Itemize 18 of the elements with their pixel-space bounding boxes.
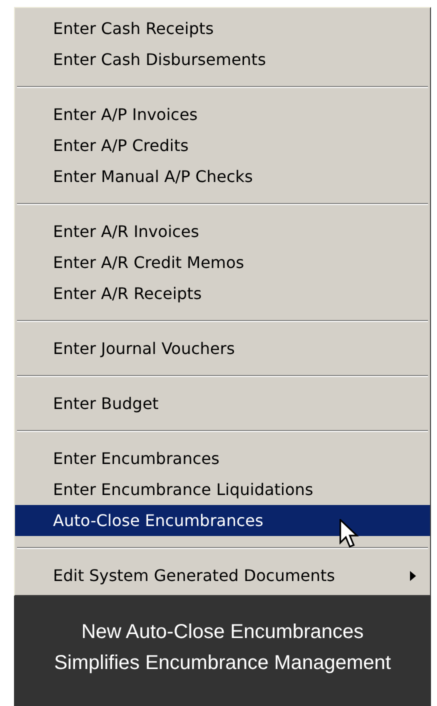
menu-item[interactable]: Auto-Close Encumbrances bbox=[15, 505, 430, 536]
menu-item[interactable]: Enter A/P Credits bbox=[15, 130, 430, 161]
menu-item[interactable]: Enter Journal Vouchers bbox=[15, 333, 430, 364]
menu-item[interactable]: Edit System Generated Documents bbox=[15, 560, 430, 591]
menu-item[interactable]: Enter A/R Receipts bbox=[15, 278, 430, 309]
caption-text: Simplifies Encumbrance Management bbox=[54, 651, 391, 676]
menu-item[interactable]: Enter Encumbrance Liquidations bbox=[15, 474, 430, 505]
menu-item[interactable]: Enter A/P Invoices bbox=[15, 99, 430, 130]
menu-item[interactable]: Enter Encumbrances bbox=[15, 443, 430, 474]
menu-item[interactable]: Enter Cash Receipts bbox=[15, 13, 430, 44]
menu-item[interactable]: Enter Manual A/P Checks bbox=[15, 161, 430, 192]
pointer-cursor-icon bbox=[338, 519, 360, 549]
menu-item[interactable]: Enter A/R Credit Memos bbox=[15, 247, 430, 278]
menu-item[interactable]: Enter Cash Disbursements bbox=[15, 44, 430, 75]
menu-item[interactable]: Enter A/R Invoices bbox=[15, 216, 430, 247]
caption-text: New Auto-Close Encumbrances bbox=[81, 620, 364, 645]
submenu-arrow-icon bbox=[410, 570, 416, 580]
menu-item[interactable]: Enter Budget bbox=[15, 388, 430, 419]
